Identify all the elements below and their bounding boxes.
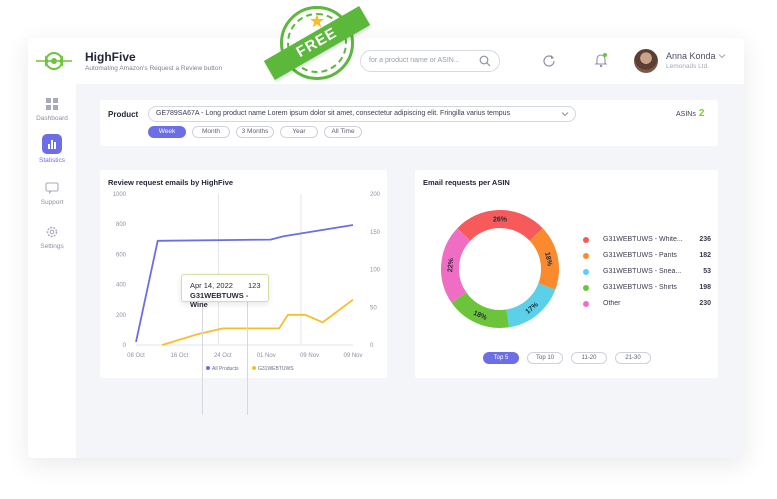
range-all-time-button[interactable]: All Time — [324, 126, 362, 138]
chart-guide-line — [247, 300, 248, 415]
user-name[interactable]: Anna Konda — [666, 51, 716, 61]
legend-row[interactable]: G31WEBTUWS - White... 236 — [583, 234, 711, 246]
product-label: Product — [108, 110, 139, 119]
pager-11-20-button[interactable]: 11-20 — [571, 352, 607, 364]
asins-label: ASINs — [676, 111, 696, 118]
legend-name: G31WEBTUWS - Snea... — [603, 268, 682, 275]
y-tick-label: 0 — [123, 343, 127, 349]
legend-row[interactable]: G31WEBTUWS - Pants 182 — [583, 250, 711, 262]
range-week-button[interactable]: Week — [148, 126, 186, 138]
sidebar: Dashboard Statistics Support Settings — [28, 84, 76, 458]
star-icon — [310, 14, 324, 28]
y2-tick-label: 50 — [370, 305, 377, 311]
sidebar-item-label: Dashboard — [36, 115, 68, 122]
sidebar-item-dashboard[interactable]: Dashboard — [28, 96, 76, 122]
legend-name: G31WEBTUWS - Pants — [603, 252, 677, 259]
legend-name: G31WEBTUWS - White... — [603, 236, 683, 243]
range-month-button[interactable]: Month — [192, 126, 230, 138]
legend-value: 236 — [699, 236, 711, 243]
legend-dot — [583, 301, 589, 307]
refresh-icon[interactable] — [542, 53, 556, 67]
pager-top-10-button[interactable]: Top 10 — [527, 352, 563, 364]
tooltip-value: 123 — [248, 281, 261, 290]
x-tick-label: 01 Nov — [257, 353, 276, 359]
sidebar-item-label: Support — [40, 199, 64, 206]
avatar[interactable] — [634, 49, 658, 73]
y-tick-label: 600 — [116, 252, 127, 258]
gear-icon — [46, 226, 58, 238]
asins-count: 2 — [698, 108, 705, 119]
sidebar-item-label: Statistics — [38, 157, 65, 164]
user-company: Lemonads Ltd. — [666, 63, 710, 70]
chevron-down-icon — [561, 112, 569, 117]
sidebar-item-settings[interactable]: Settings — [28, 224, 76, 250]
legend-row[interactable]: G31WEBTUWS - Snea... 53 — [583, 266, 711, 278]
free-badge: FREE — [262, 0, 372, 104]
notification-bell-icon[interactable] — [594, 52, 608, 68]
legend-value: 198 — [699, 284, 711, 291]
legend-value: 230 — [699, 300, 711, 307]
y2-tick-label: 150 — [370, 230, 381, 236]
legend-name: G31WEBTUWS - Shirts — [603, 284, 677, 291]
asins-summary: ASINs 2 — [676, 108, 704, 119]
donut-chart: 26%18%17%18%22% — [441, 210, 559, 328]
donut-chart-card: Email requests per ASIN 26% 18% 17% 18% 22% … — [415, 170, 718, 378]
tooltip-product: G31WEBTUWS - Wine — [190, 291, 249, 309]
grid-icon — [46, 98, 58, 110]
range-year-button[interactable]: Year — [280, 126, 318, 138]
x-tick-label: 09 Nov — [300, 353, 319, 359]
legend-dot — [583, 253, 589, 259]
legend-marker — [206, 366, 210, 370]
product-select-value: GE789SA67A - Long product name Lorem ips… — [156, 110, 511, 117]
y-tick-label: 1000 — [113, 192, 127, 198]
bar-chart-icon — [42, 134, 62, 154]
chat-icon — [45, 182, 59, 194]
sidebar-item-label: Settings — [40, 243, 64, 250]
product-select[interactable]: GE789SA67A - Long product name Lorem ips… — [148, 106, 576, 122]
y2-tick-label: 200 — [370, 192, 381, 198]
pager-top-5-button[interactable]: Top 5 — [483, 352, 519, 364]
legend-name: Other — [603, 300, 621, 307]
legend-dot — [583, 269, 589, 275]
top-bar: HighFive Automating Amazon's Request a R… — [28, 38, 744, 84]
x-tick-label: 08 Oct — [127, 353, 145, 359]
donut-percent-label: 26% — [493, 217, 508, 224]
y-tick-label: 200 — [116, 313, 127, 319]
pager-21-30-button[interactable]: 21-30 — [615, 352, 651, 364]
x-tick-label: 16 Oct — [171, 353, 189, 359]
legend-dot — [583, 285, 589, 291]
highfive-logo-icon[interactable] — [36, 49, 72, 73]
y2-tick-label: 100 — [370, 268, 381, 274]
range-3-months-button[interactable]: 3 Months — [236, 126, 274, 138]
chart-guide-line — [202, 300, 203, 415]
sidebar-item-support[interactable]: Support — [28, 180, 76, 206]
legend-dot — [583, 237, 589, 243]
legend-label: All Products — [212, 366, 239, 372]
tooltip-date: Apr 14, 2022 — [190, 281, 233, 290]
legend-value: 182 — [699, 252, 711, 259]
sidebar-item-statistics[interactable]: Statistics — [28, 134, 76, 164]
legend-value: 53 — [703, 268, 711, 275]
y-tick-label: 800 — [116, 222, 127, 228]
search-box[interactable]: for a product name or ASIN... — [360, 50, 500, 72]
legend-row[interactable]: G31WEBTUWS - Shirts 198 — [583, 282, 711, 294]
donut-percent-label: 22% — [447, 257, 455, 272]
legend-row[interactable]: Other 230 — [583, 298, 711, 310]
x-tick-label: 09 Nov — [343, 353, 362, 359]
filter-bar: Product GE789SA67A - Long product name L… — [100, 100, 718, 146]
search-input[interactable]: for a product name or ASIN... — [369, 57, 460, 64]
chevron-down-icon[interactable] — [718, 52, 726, 60]
legend-label: G31WEBTUWS — [258, 366, 294, 372]
y-tick-label: 400 — [116, 283, 127, 289]
legend-marker — [252, 366, 256, 370]
search-icon[interactable] — [479, 55, 491, 67]
chart-tooltip: Apr 14, 2022 123 G31WEBTUWS - Wine — [181, 274, 269, 309]
donut-chart-title: Email requests per ASIN — [423, 178, 510, 187]
app-tagline: Automating Amazon's Request a Review but… — [85, 65, 223, 72]
x-tick-label: 24 Oct — [214, 353, 232, 359]
app-name: HighFive — [85, 50, 136, 64]
y2-tick-label: 0 — [370, 343, 374, 349]
